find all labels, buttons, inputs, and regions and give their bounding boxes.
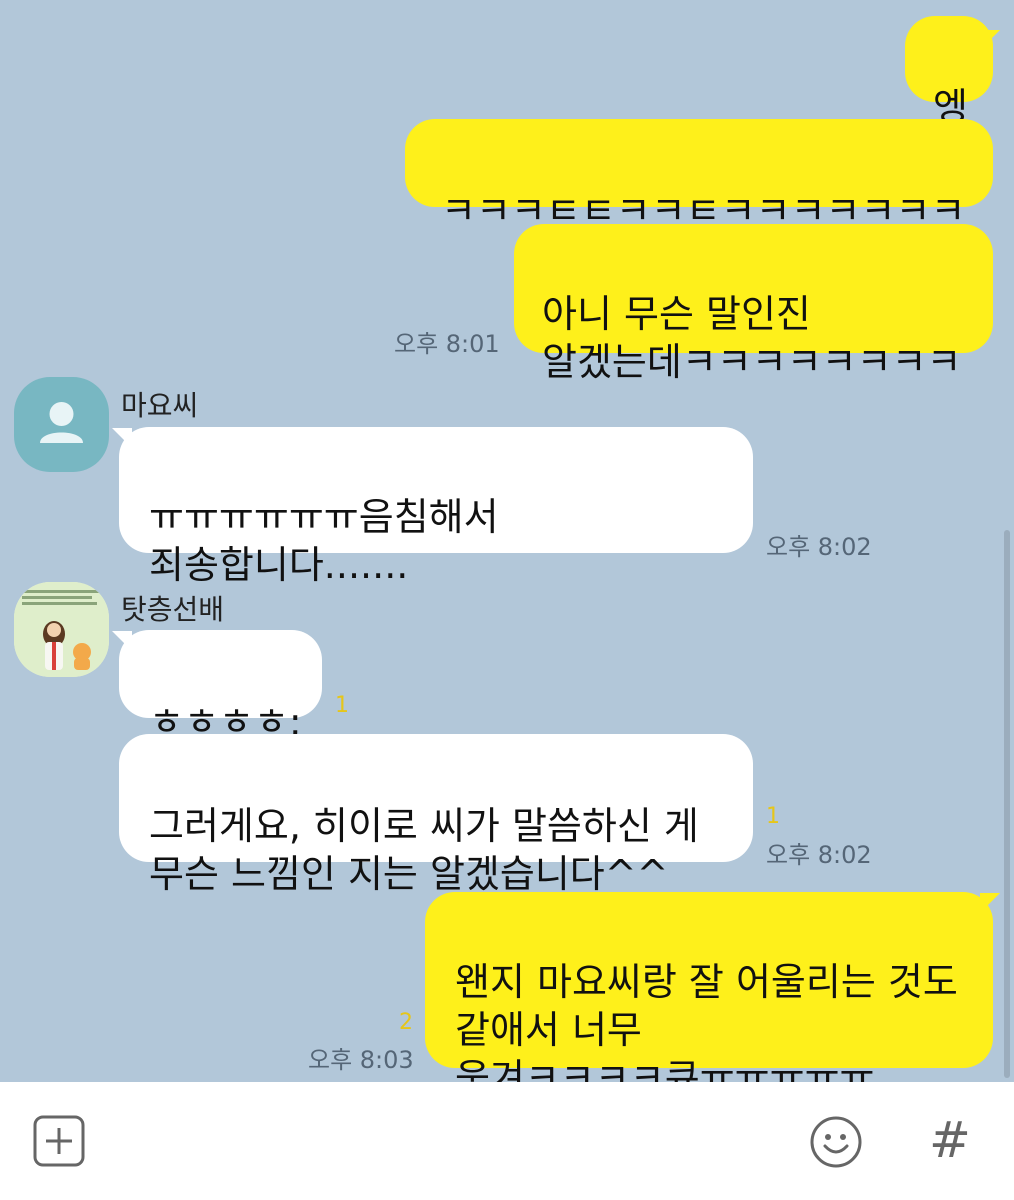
default-profile-icon: [40, 402, 83, 443]
message-text: 아니 무슨 말인진 알겠는데ㅋㅋㅋㅋㅋㅋㅋㅋ: [542, 292, 962, 384]
unread-count: 1: [766, 804, 780, 829]
add-button[interactable]: [32, 1114, 86, 1168]
avatar[interactable]: [14, 582, 109, 677]
message-timestamp: 오후 8:02: [766, 841, 872, 869]
chat-area[interactable]: 엥 ㅋㅋㅋㅌㅌㅋㅋㅌㅋㅋㅋㅋㅋㅋㅋ 아니 무슨 말인진 알겠는데ㅋㅋㅋㅋㅋㅋㅋㅋ…: [0, 0, 1014, 1082]
hash-icon: #: [929, 1111, 971, 1169]
message-text: 그러게요, 히이로 씨가 말씀하신 게 무슨 느낌인 지는 알겠습니다^^: [149, 804, 699, 896]
other-message-bubble[interactable]: ㅠㅠㅠㅠㅠㅠ음침해서 죄송합니다.......: [119, 427, 753, 587]
my-message-bubble[interactable]: 아니 무슨 말인진 알겠는데ㅋㅋㅋㅋㅋㅋㅋㅋ: [514, 224, 993, 384]
hash-button[interactable]: #: [926, 1108, 974, 1172]
scrollbar[interactable]: [1004, 530, 1010, 1078]
message-text: 왠지 마요씨랑 잘 어울리는 것도 같애서 너무 웃겨ㅋㅋㅋㅋ큐ㅠㅠㅠㅠㅠ: [455, 960, 958, 1082]
input-bar: #: [0, 1082, 1014, 1200]
unread-count: 1: [335, 693, 349, 718]
message-timestamp: 오후 8:02: [766, 533, 872, 561]
avatar[interactable]: [14, 377, 109, 472]
smiley-icon: [810, 1116, 862, 1168]
my-message-bubble[interactable]: 엥: [905, 16, 993, 129]
other-message-bubble[interactable]: ㅎㅎㅎㅎ;: [119, 630, 322, 744]
other-message-bubble[interactable]: 그러게요, 히이로 씨가 말씀하신 게 무슨 느낌인 지는 알겠습니다^^: [119, 734, 753, 896]
my-message-bubble[interactable]: 왠지 마요씨랑 잘 어울리는 것도 같애서 너무 웃겨ㅋㅋㅋㅋ큐ㅠㅠㅠㅠㅠ: [425, 892, 993, 1082]
plus-square-icon: [33, 1115, 85, 1167]
unread-count: 2: [399, 1010, 413, 1035]
emoji-button[interactable]: [808, 1114, 864, 1170]
message-timestamp: 오후 8:03: [308, 1046, 414, 1074]
message-text: ㅠㅠㅠㅠㅠㅠ음침해서 죄송합니다.......: [149, 495, 499, 587]
profile-picture-icon: [14, 582, 109, 677]
message-timestamp: 오후 8:01: [394, 330, 500, 358]
my-message-bubble[interactable]: ㅋㅋㅋㅌㅌㅋㅋㅌㅋㅋㅋㅋㅋㅋㅋ: [405, 119, 993, 233]
sender-name: 마요씨: [121, 389, 199, 422]
sender-name: 탓층선배: [121, 593, 225, 626]
